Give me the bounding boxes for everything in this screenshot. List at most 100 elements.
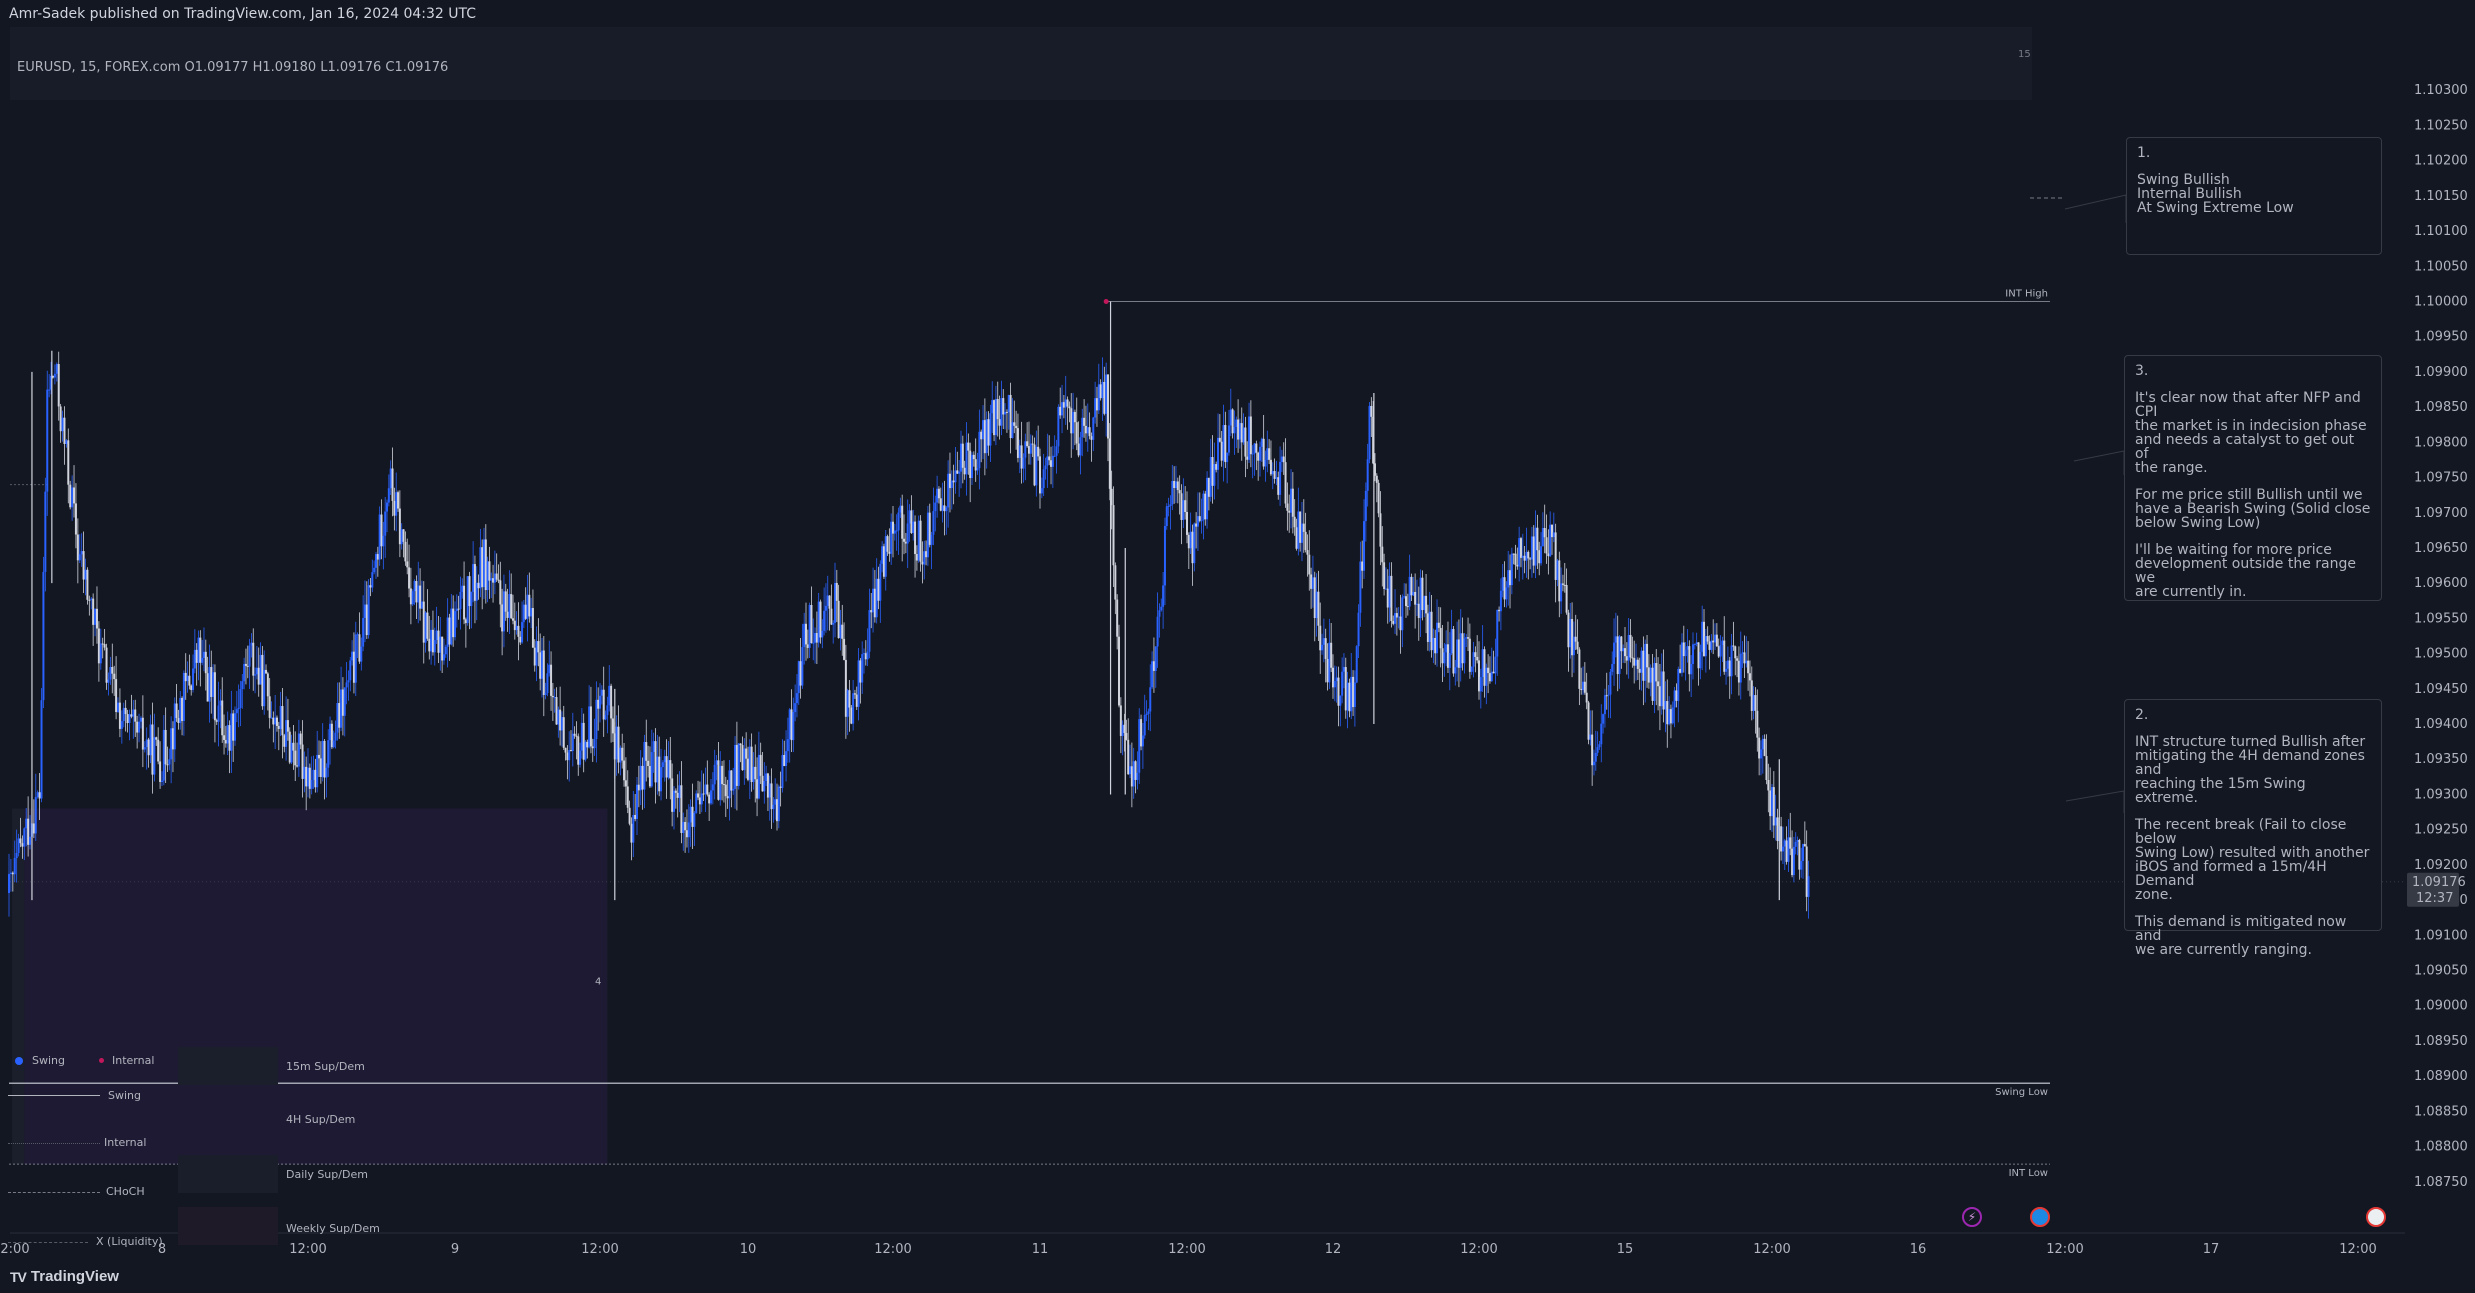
candle-body: [1005, 411, 1008, 413]
candle-body: [1525, 551, 1528, 561]
candle-body: [1730, 645, 1733, 677]
candle-body: [1576, 641, 1579, 650]
candle-body: [1051, 455, 1054, 467]
candle-body: [166, 764, 169, 766]
candle-body: [1737, 660, 1740, 683]
candle-body: [495, 573, 498, 580]
candle-body: [1145, 713, 1148, 716]
candle-body: [1412, 591, 1415, 596]
candle-body: [875, 578, 878, 618]
candle-body: [358, 634, 361, 662]
tradingview-logo-icon: TV: [10, 1268, 27, 1285]
int-high-marker: [1103, 298, 1109, 304]
lightning-event-icon[interactable]: ⚡: [1962, 1207, 1982, 1227]
candle-body: [499, 580, 502, 605]
candle-body: [1750, 680, 1753, 711]
candle-body: [1624, 648, 1626, 657]
candle-body: [859, 660, 862, 683]
candle-body: [546, 673, 549, 693]
candle-body: [832, 622, 835, 625]
price-tick-label: 1.10300: [2414, 83, 2468, 98]
candle-body: [139, 717, 142, 722]
candle-body: [122, 707, 125, 722]
candle-body: [1642, 650, 1645, 681]
candle-body: [719, 765, 722, 800]
candle-body: [34, 797, 37, 834]
chart-area[interactable]: 4 INT High Swing Low INT Low 1.10300 1.1025…: [0, 27, 2475, 1263]
note-3-text-1: It's clear now that after NFP and CPI th…: [2135, 390, 2367, 476]
candle-body: [1266, 448, 1269, 461]
candle-body: [870, 610, 873, 613]
note-callout-2[interactable]: 2. INT structure turned Bullish after mi…: [2124, 699, 2382, 957]
note-callout-3[interactable]: 3. It's clear now that after NFP and CPI…: [2124, 355, 2382, 601]
candle-body: [1132, 761, 1135, 787]
candle-body: [1268, 448, 1271, 460]
candle-body: [472, 564, 475, 592]
candle-body: [380, 514, 383, 547]
candle-body: [1149, 687, 1152, 712]
candle-body: [628, 807, 631, 824]
candle-body: [1406, 606, 1409, 608]
candle-body: [1446, 644, 1449, 668]
candle-body: [1291, 488, 1294, 517]
candle-body: [539, 652, 542, 679]
candle-body: [1693, 644, 1696, 646]
candle-body: [700, 793, 703, 805]
candle-body: [1317, 591, 1320, 626]
candle-body: [892, 521, 894, 534]
candle-body: [1013, 422, 1016, 426]
note-callout-1[interactable]: 1. Swing Bullish Internal Bullish At Swi…: [2126, 137, 2382, 255]
tradingview-brand[interactable]: TV TradingView: [10, 1268, 119, 1285]
candle-body: [259, 654, 262, 685]
candle-body: [881, 546, 884, 564]
candle-body: [1286, 503, 1289, 511]
candle-body: [504, 591, 507, 612]
legend-internal: Internal: [112, 1054, 155, 1067]
candle-body: [855, 694, 858, 707]
candle-body: [433, 640, 436, 653]
us-flag-event-icon[interactable]: [2366, 1207, 2386, 1227]
symbol-ohlc-line[interactable]: EURUSD, 15, FOREX.com O1.09177 H1.09180 …: [17, 60, 448, 75]
candle-body: [1653, 663, 1656, 701]
candle-body: [1561, 583, 1564, 585]
candle-body: [1086, 427, 1089, 434]
candle-body: [837, 600, 840, 639]
candle-body: [1613, 642, 1616, 665]
candle-body: [1061, 402, 1064, 416]
candle-body: [193, 649, 196, 669]
candle-body: [580, 722, 583, 751]
candle-body: [610, 685, 613, 719]
candle-body: [794, 703, 797, 712]
candle-body: [779, 786, 782, 788]
candle-body: [1011, 422, 1014, 439]
candle-body: [1165, 506, 1168, 527]
candle-body: [356, 634, 359, 636]
candle-body: [768, 783, 771, 798]
candle-body: [1073, 411, 1076, 423]
candle-body: [190, 685, 193, 690]
candle-body: [1443, 652, 1446, 664]
candle-body: [11, 872, 14, 875]
candle-body: [1002, 398, 1005, 415]
candle-body: [497, 579, 500, 581]
candle-body: [1178, 490, 1181, 494]
candle-body: [680, 785, 683, 834]
candle-body: [419, 585, 422, 609]
candle-body: [886, 536, 889, 552]
candle-body: [181, 697, 184, 721]
candle-body: [450, 608, 453, 645]
candle-body: [1370, 405, 1373, 417]
candle-body: [1463, 638, 1466, 664]
candle-body: [459, 591, 462, 610]
candle-body: [715, 760, 718, 765]
candle-body: [1092, 417, 1095, 440]
candle-body: [97, 628, 100, 664]
candle-body: [582, 722, 585, 760]
economic-event-icon[interactable]: [2030, 1207, 2050, 1227]
candle-body: [1673, 690, 1676, 708]
candle-body: [1803, 844, 1806, 847]
candle-body: [468, 576, 471, 607]
candle-body: [1363, 521, 1366, 571]
chart-canvas[interactable]: 4 INT High Swing Low INT Low 1.10300 1.1025…: [0, 27, 2475, 1263]
candle-body: [857, 660, 860, 707]
